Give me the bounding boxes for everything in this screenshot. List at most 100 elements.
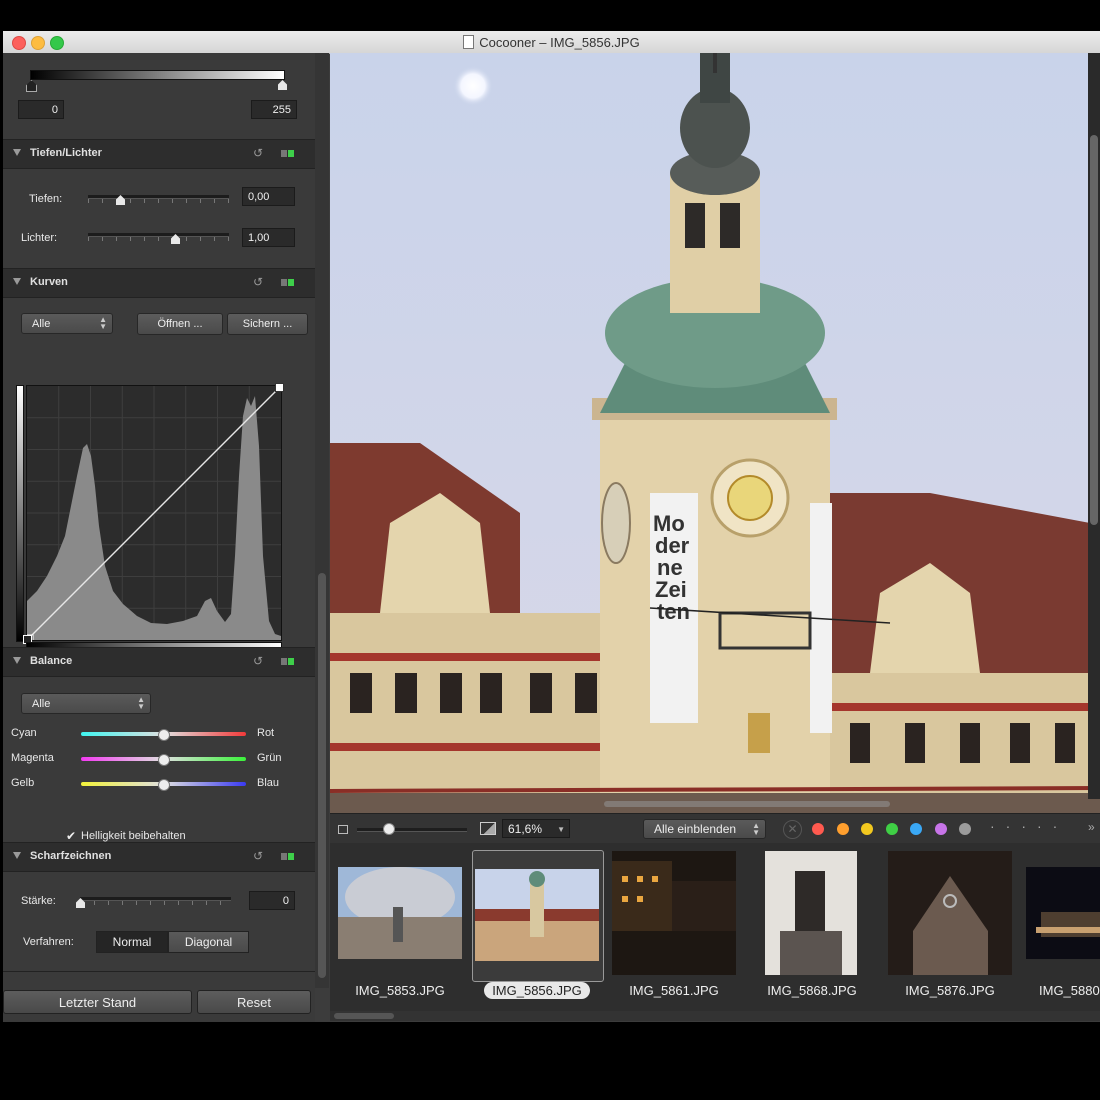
section-title: Scharfzeichnen (30, 850, 112, 862)
highlights-value-field[interactable]: 1,00 (242, 228, 295, 247)
zoom-slider[interactable] (357, 828, 467, 832)
strength-label: Stärke: (21, 895, 56, 907)
balance-channel-select[interactable]: Alle ▲ ▼ (21, 693, 151, 714)
window-title: Cocooner – IMG_5856.JPG (479, 35, 640, 50)
section-toggle[interactable] (281, 150, 295, 157)
updown-arrows-icon: ▲ ▼ (99, 315, 107, 331)
section-toggle[interactable] (281, 658, 295, 665)
curves-open-button[interactable]: Öffnen ... (137, 313, 223, 335)
large-image-icon (480, 822, 496, 835)
section-title: Tiefen/Lichter (30, 147, 102, 159)
shadows-value-field[interactable]: 0,00 (242, 187, 295, 206)
zoom-slider-handle[interactable] (383, 823, 395, 835)
curve-point-white[interactable] (275, 383, 284, 392)
panel-scrollbar-thumb[interactable] (318, 573, 326, 978)
label-color-purple-icon[interactable] (934, 823, 947, 835)
filmstrip-label[interactable]: IMG_5868.JPG (747, 983, 877, 998)
section-header-curves[interactable]: Kurven ↺ (3, 268, 315, 298)
more-chevron-icon[interactable]: » (1088, 820, 1095, 834)
disclosure-triangle-icon[interactable] (13, 278, 21, 285)
strength-value-field[interactable]: 0 (249, 891, 295, 910)
section-title: Balance (30, 655, 73, 667)
small-image-icon (338, 825, 348, 834)
reset-section-icon[interactable]: ↺ (253, 849, 263, 863)
curves-save-button[interactable]: Sichern ... (227, 313, 308, 335)
filmstrip-scrollbar-thumb[interactable] (334, 1013, 394, 1019)
zoom-field[interactable]: 61,6% ▼ (502, 819, 570, 838)
section-title: Kurven (30, 276, 68, 288)
shadows-label: Tiefen: (29, 193, 63, 205)
magenta-green-slider-handle[interactable] (157, 754, 170, 766)
method-label: Verfahren: (23, 936, 74, 948)
town-hall-photo: ModerneZeiten (330, 53, 1100, 813)
filmstrip-label[interactable]: IMG_5853.JPG (335, 983, 465, 998)
thumbnail-image[interactable] (612, 851, 736, 975)
thumbnail-image[interactable] (338, 867, 462, 959)
thumbnail-image[interactable] (888, 851, 1012, 975)
section-header-balance[interactable]: Balance ↺ (3, 647, 315, 677)
section-toggle[interactable] (281, 279, 295, 286)
blue-label: Blau (257, 777, 280, 789)
curve-graph[interactable] (27, 386, 281, 640)
label-color-gray-icon[interactable] (959, 823, 971, 835)
filter-select[interactable]: Alle einblenden ▲ ▼ (643, 819, 766, 839)
thumbnail-image[interactable] (1026, 867, 1100, 959)
label-color-green-icon[interactable] (885, 823, 898, 835)
curve-editor[interactable] (23, 383, 284, 644)
label-color-blue-icon[interactable] (910, 823, 922, 835)
reset-section-icon[interactable]: ↺ (253, 654, 263, 668)
levels-black-handle[interactable] (26, 80, 37, 92)
section-header-sharpen[interactable]: Scharfzeichnen ↺ (3, 842, 315, 872)
magenta-label: Magenta (11, 752, 54, 764)
filmstrip-label[interactable]: IMG_5861.JPG (609, 983, 739, 998)
levels-white-handle[interactable] (278, 80, 287, 90)
updown-arrows-icon: ▲ ▼ (752, 821, 760, 837)
filmstrip-label-selected[interactable]: IMG_5856.JPG (484, 982, 590, 999)
disclosure-triangle-icon[interactable] (13, 149, 21, 156)
image-vertical-scrollbar[interactable] (1088, 53, 1100, 799)
adjustments-panel: 0 255 Tiefen/Lichter ↺ Tiefen: 0,00 Lich… (3, 53, 315, 1022)
cyan-label: Cyan (11, 727, 37, 739)
thumbnail-image[interactable] (765, 851, 857, 975)
label-color-red-icon[interactable] (812, 823, 824, 835)
disclosure-triangle-icon[interactable] (13, 657, 21, 664)
preserve-brightness-checkbox[interactable]: ✔ (66, 830, 77, 842)
levels-min-field[interactable]: 0 (18, 100, 64, 119)
vertical-scrollbar-thumb[interactable] (1090, 135, 1098, 525)
panel-scrollbar[interactable] (315, 53, 329, 988)
section-toggle[interactable] (281, 853, 295, 860)
filmstrip: IMG_5853.JPG IMG_5856.JPG IMG_5861.JPG I… (330, 843, 1100, 1021)
updown-arrows-icon: ▲ ▼ (137, 695, 145, 711)
curves-channel-select[interactable]: Alle ▲ ▼ (21, 313, 113, 334)
levels-max-field[interactable]: 255 (251, 100, 297, 119)
red-label: Rot (257, 727, 275, 739)
clear-label-icon[interactable]: ✕ (783, 820, 802, 839)
filmstrip-scrollbar[interactable] (330, 1011, 1100, 1021)
chevron-down-icon[interactable]: ▼ (557, 820, 565, 839)
method-normal-button[interactable]: Normal (96, 931, 168, 953)
method-diagonal-button[interactable]: Diagonal (168, 931, 249, 953)
filmstrip-label[interactable]: IMG_5880 (1023, 983, 1100, 998)
disclosure-triangle-icon[interactable] (13, 852, 21, 859)
label-color-yellow-icon[interactable] (861, 823, 873, 835)
reset-section-icon[interactable]: ↺ (253, 146, 263, 160)
section-header-shadows-highlights[interactable]: Tiefen/Lichter ↺ (3, 139, 315, 169)
yellow-blue-slider-handle[interactable] (157, 779, 170, 791)
reset-section-icon[interactable]: ↺ (253, 275, 263, 289)
rating-dots[interactable]: ····· (990, 818, 1068, 834)
filmstrip-label[interactable]: IMG_5876.JPG (885, 983, 1015, 998)
svg-text:ten: ten (657, 599, 690, 624)
photo-preview[interactable]: Mo der ne Zei ten (330, 53, 1100, 813)
preserve-brightness-label[interactable]: Helligkeit beibehalten (81, 830, 186, 842)
highlights-label: Lichter: (21, 232, 58, 244)
reset-button[interactable]: Reset (197, 990, 311, 1014)
curve-input-gradient (16, 385, 24, 642)
green-label: Grün (257, 752, 282, 764)
cyan-red-slider-handle[interactable] (157, 729, 170, 741)
horizontal-scrollbar-thumb[interactable] (604, 801, 890, 807)
document-icon (463, 35, 475, 49)
thumbnail-image[interactable] (475, 869, 599, 961)
label-color-orange-icon[interactable] (836, 823, 849, 835)
image-horizontal-scrollbar[interactable] (330, 799, 1088, 809)
revert-last-state-button[interactable]: Letzter Stand (3, 990, 192, 1014)
